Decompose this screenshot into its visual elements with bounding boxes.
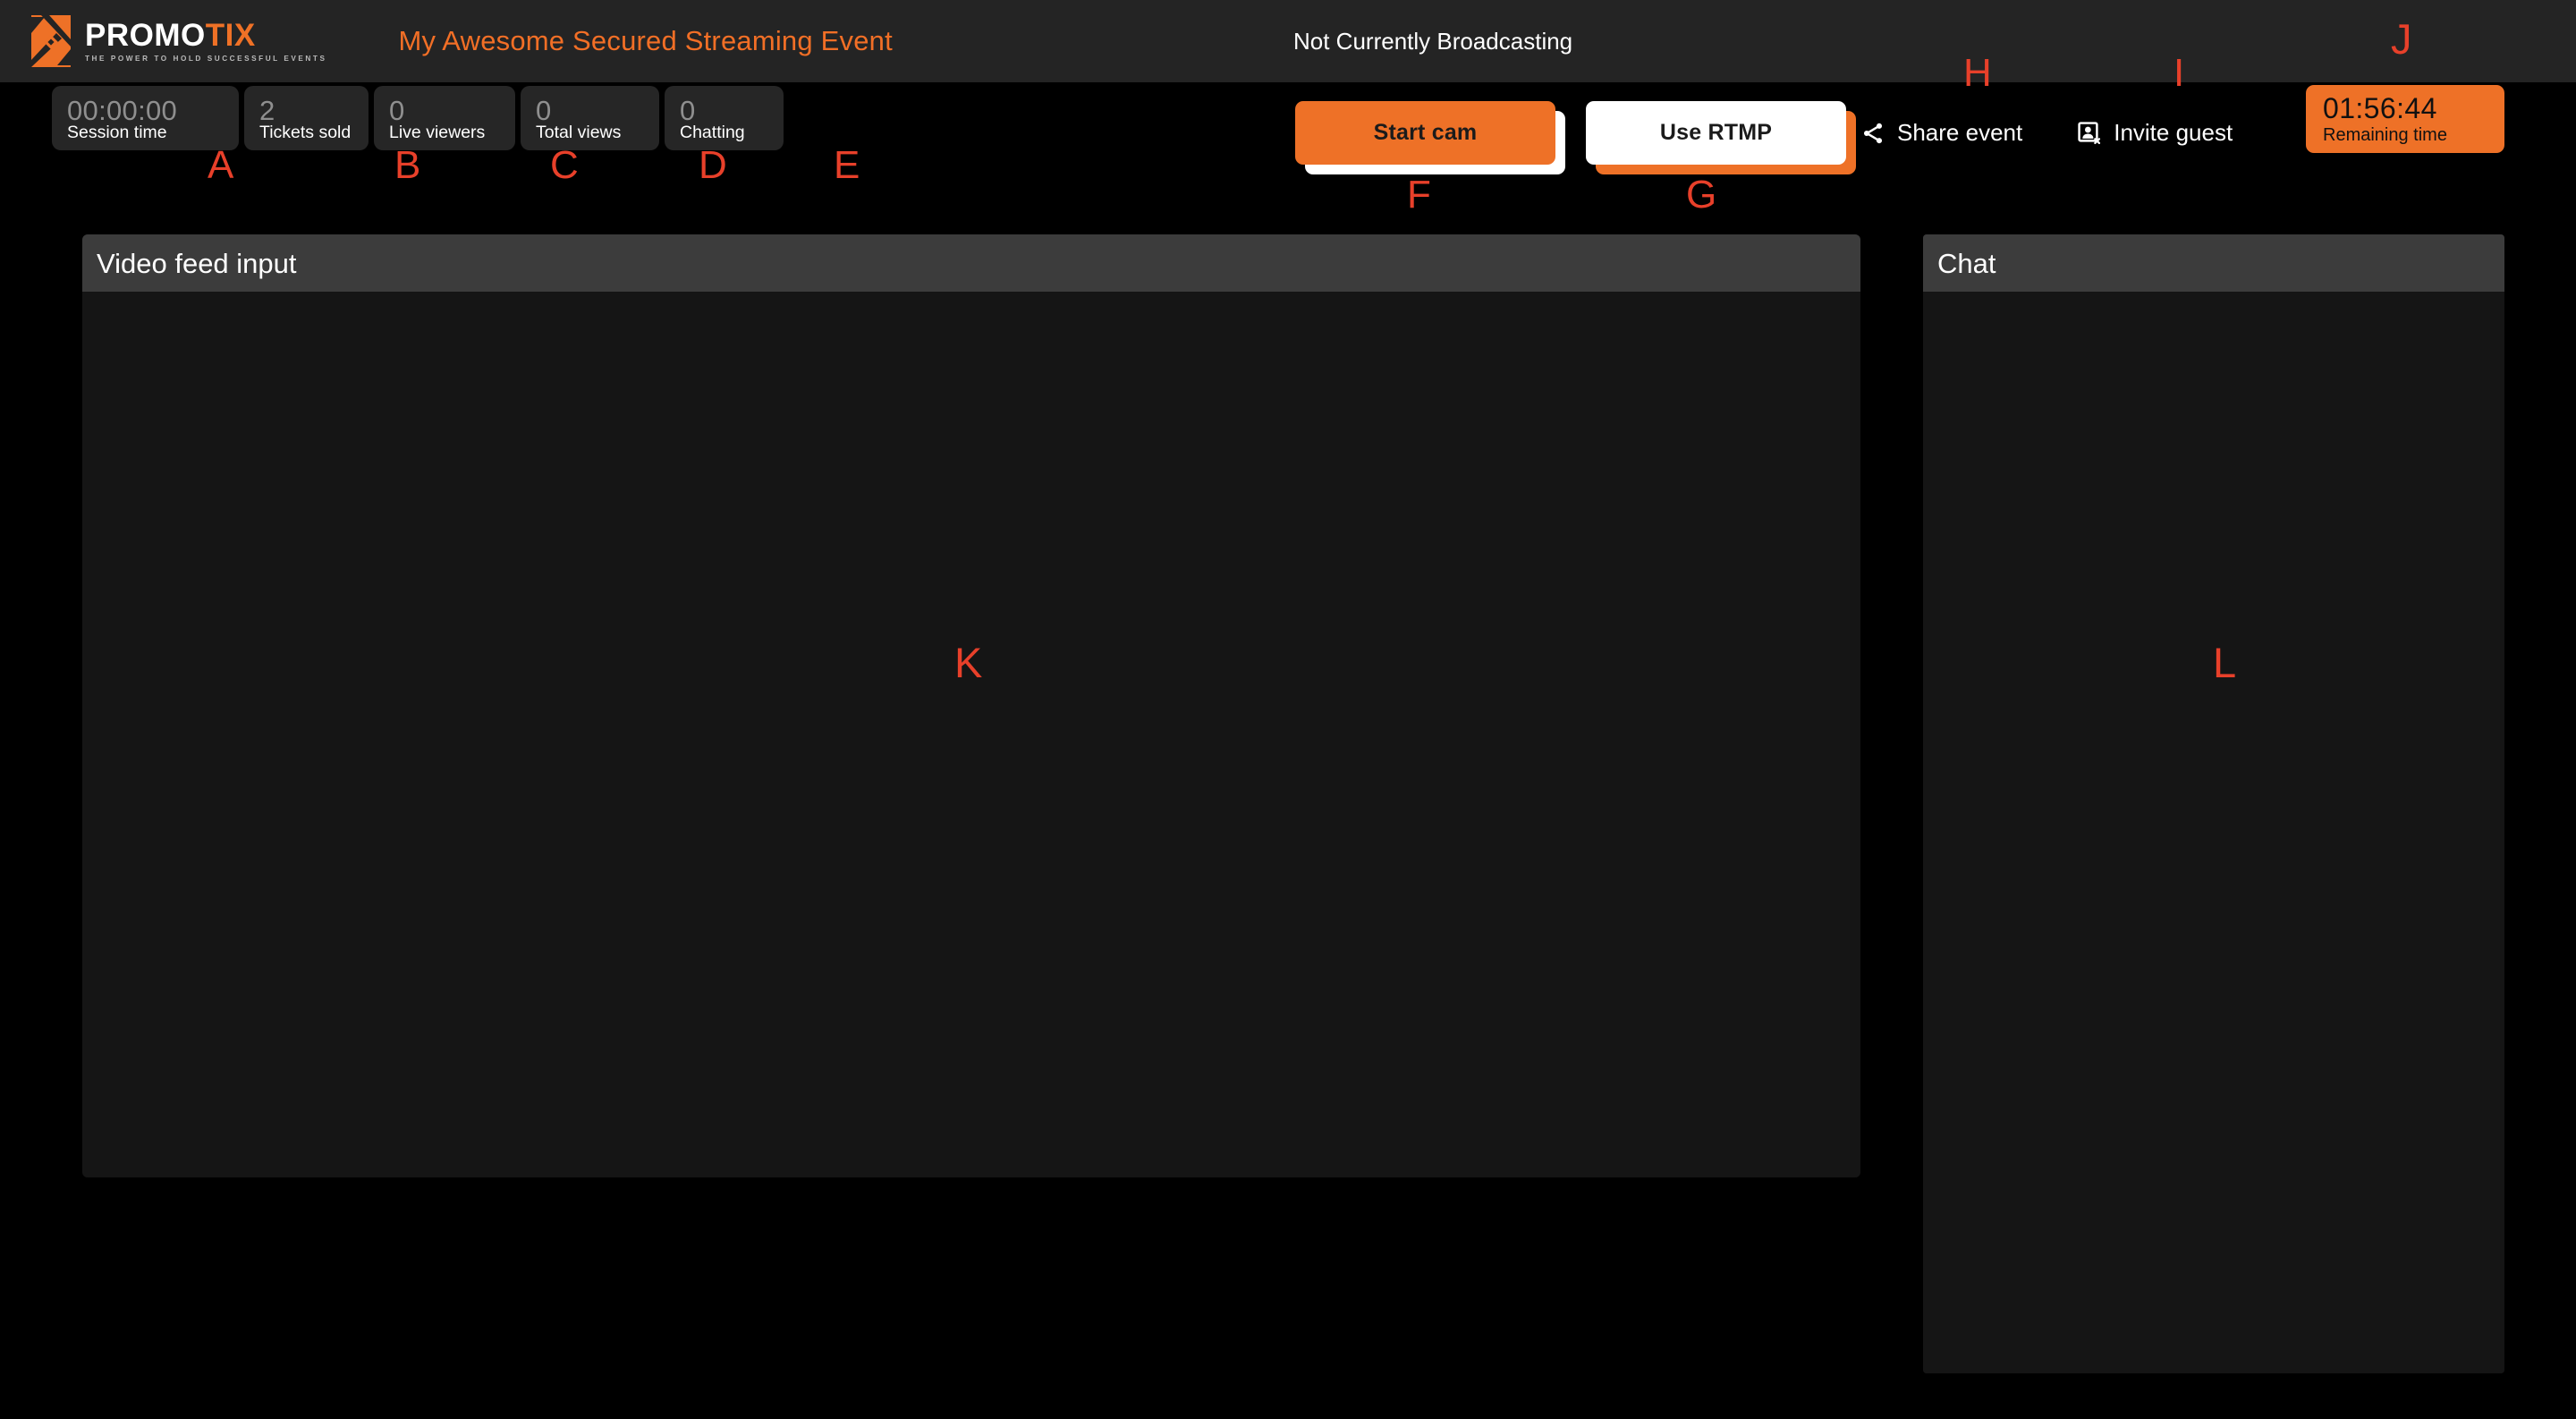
start-cam-button[interactable]: Start cam [1295, 101, 1555, 165]
stat-label-session-time: Session time [67, 123, 167, 142]
annotation-marker-j: J [2391, 15, 2412, 63]
invite-guest-icon [2077, 121, 2102, 146]
chat-panel-header: Chat [1923, 234, 2504, 292]
annotation-marker-i: I [2174, 51, 2185, 95]
logo-tagline: THE POWER TO HOLD SUCCESSFUL EVENTS [85, 54, 327, 63]
primary-actions: Start cam Use RTMP [1295, 101, 1856, 174]
use-rtmp-button-wrap: Use RTMP [1586, 101, 1856, 174]
top-bar: PROMOTIX THE POWER TO HOLD SUCCESSFUL EV… [0, 0, 2576, 82]
stats-row: 00:00:00 Session time 2 Tickets sold 0 L… [52, 86, 784, 150]
logo-wordmark: PROMOTIX THE POWER TO HOLD SUCCESSFUL EV… [85, 20, 326, 63]
video-feed-preview[interactable] [82, 292, 1860, 1177]
remaining-time-card: 01:56:44 Remaining time [2306, 85, 2504, 153]
stat-label-total-views: Total views [536, 123, 622, 142]
annotation-marker-c: C [550, 143, 579, 187]
annotation-marker-e: E [834, 143, 860, 187]
video-feed-panel-title: Video feed input [97, 247, 297, 279]
stat-value-tickets-sold: 2 [259, 95, 275, 126]
invite-guest-label: Invite guest [2114, 119, 2233, 146]
annotation-marker-k: K [954, 639, 983, 686]
annotation-marker-a: A [208, 143, 234, 187]
annotation-marker-g: G [1686, 173, 1717, 217]
stat-label-tickets-sold: Tickets sold [259, 123, 352, 142]
logo-name: PROMOTIX [85, 20, 326, 51]
start-cam-button-wrap: Start cam [1295, 101, 1565, 174]
remaining-time-label: Remaining time [2323, 125, 2447, 145]
annotation-marker-f: F [1407, 173, 1431, 217]
chat-panel-title: Chat [1937, 247, 1996, 279]
promotix-logo[interactable]: PROMOTIX THE POWER TO HOLD SUCCESSFUL EV… [30, 0, 326, 82]
stat-value-chatting: 0 [680, 95, 696, 126]
stat-label-chatting: Chatting [680, 123, 745, 142]
stat-card-tickets-sold: 2 Tickets sold [244, 86, 369, 150]
stat-card-session-time: 00:00:00 Session time [52, 86, 239, 150]
broadcast-status: Not Currently Broadcasting [1293, 27, 1573, 55]
share-event-button[interactable]: Share event [1860, 119, 2022, 147]
stat-card-chatting: 0 Chatting [665, 86, 784, 150]
video-feed-panel: Video feed input [82, 234, 1860, 1177]
annotation-marker-d: D [699, 143, 727, 187]
annotation-marker-h: H [1963, 51, 1992, 95]
stat-card-total-views: 0 Total views [521, 86, 659, 150]
annotation-marker-b: B [394, 143, 421, 187]
video-feed-panel-header: Video feed input [82, 234, 1860, 292]
stat-value-session-time: 00:00:00 [67, 95, 178, 126]
annotation-marker-l: L [2213, 639, 2237, 686]
stat-value-total-views: 0 [536, 95, 552, 126]
stat-card-live-viewers: 0 Live viewers [374, 86, 515, 150]
use-rtmp-button[interactable]: Use RTMP [1586, 101, 1846, 165]
chat-message-list[interactable] [1923, 292, 2504, 1373]
stat-label-live-viewers: Live viewers [389, 123, 486, 142]
share-icon [1860, 121, 1885, 146]
stat-value-live-viewers: 0 [389, 95, 405, 126]
remaining-time-value: 01:56:44 [2323, 92, 2437, 124]
stream-studio-page: PROMOTIX THE POWER TO HOLD SUCCESSFUL EV… [0, 0, 2576, 1419]
secondary-actions: Share event Invite guest [1860, 119, 2233, 147]
invite-guest-button[interactable]: Invite guest [2077, 119, 2233, 147]
chat-panel: Chat [1923, 234, 2504, 1373]
promotix-monogram-icon [31, 15, 71, 67]
share-event-label: Share event [1897, 119, 2023, 146]
logo-name-primary: PROMO [85, 17, 206, 53]
event-title: My Awesome Secured Streaming Event [398, 25, 893, 56]
logo-name-accent: TIX [205, 17, 256, 53]
